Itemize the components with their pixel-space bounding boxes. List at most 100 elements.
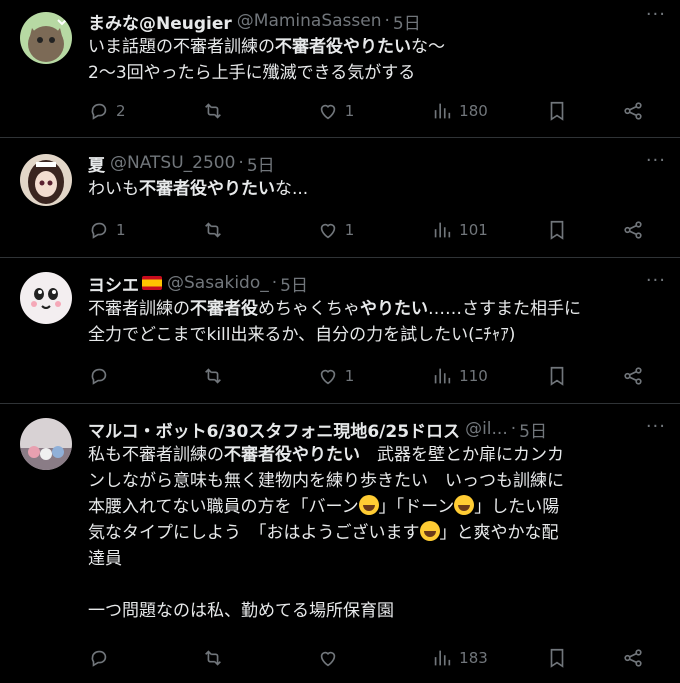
- share-icon: [624, 649, 642, 667]
- avatar[interactable]: [20, 12, 72, 64]
- user-handle[interactable]: @il...: [465, 419, 508, 439]
- tweet-text-line: 気なタイプにしよう 「おはようございます 」と爽やかな配: [88, 520, 664, 546]
- more-options-icon[interactable]: ···: [646, 270, 666, 291]
- display-name[interactable]: 夏: [88, 151, 105, 176]
- share-button[interactable]: [622, 365, 644, 387]
- text-segment: 」と爽やかな配: [439, 523, 559, 543]
- avatar-image: [20, 12, 72, 64]
- timestamp[interactable]: 5日: [247, 151, 275, 176]
- tweet-text-line: わいも不審者役やりたいな...: [88, 176, 664, 202]
- display-name[interactable]: ヨシエ: [88, 271, 139, 296]
- more-options-icon[interactable]: ···: [646, 4, 666, 25]
- text-segment: めちゃくちゃ: [258, 299, 360, 319]
- text-segment: 一つ問題なのは私、勤めてる場所保育園: [88, 601, 394, 621]
- share-icon: [624, 367, 642, 385]
- separator-dot: ·: [238, 153, 244, 173]
- text-segment: 」したい陽: [474, 497, 560, 517]
- views-icon: [434, 222, 451, 238]
- timestamp[interactable]: 5日: [280, 271, 308, 296]
- avatar[interactable]: [20, 418, 72, 470]
- bookmark-icon: [550, 220, 563, 240]
- reply-count: 1: [116, 221, 126, 239]
- avatar-image: [20, 418, 72, 470]
- tweet[interactable]: マルコ・ボット6/30スタフォニ現地6/25ドロス @il... · 5日 私も…: [0, 404, 680, 683]
- avatar-image: [20, 154, 72, 206]
- retweet-button[interactable]: [202, 365, 262, 387]
- like-button[interactable]: 1: [317, 219, 377, 241]
- timeline-feed: まみな@Neugier @MaminaSassen · 5日 いま話題の不審者訓…: [0, 0, 680, 683]
- views-button[interactable]: 180: [431, 100, 491, 122]
- like-button[interactable]: 1: [317, 365, 377, 387]
- more-options-icon[interactable]: ···: [646, 150, 666, 171]
- separator-dot: ·: [384, 11, 390, 31]
- timestamp[interactable]: 5日: [393, 9, 421, 34]
- smiley-emoji-icon: [419, 521, 440, 541]
- timestamp[interactable]: 5日: [519, 417, 547, 442]
- views-count: 110: [459, 367, 488, 385]
- text-segment: 不審者訓練の: [88, 299, 190, 319]
- views-button[interactable]: 183: [431, 647, 491, 669]
- share-button[interactable]: [622, 219, 644, 241]
- text-segment: 」「ドーン: [378, 497, 455, 517]
- text-segment: 2〜3回やったら上手に殲滅できる気がする: [88, 63, 416, 83]
- retweet-button[interactable]: [202, 647, 262, 669]
- tweet[interactable]: まみな@Neugier @MaminaSassen · 5日 いま話題の不審者訓…: [0, 0, 680, 138]
- reply-button[interactable]: [88, 365, 148, 387]
- more-options-icon[interactable]: ···: [646, 416, 666, 437]
- display-name[interactable]: まみな@Neugier: [88, 9, 232, 34]
- user-handle[interactable]: @MaminaSassen: [237, 11, 382, 31]
- tweet-actions: 2 1 180: [88, 97, 644, 125]
- like-count: 1: [344, 221, 355, 239]
- smiley-emoji-icon: [454, 495, 475, 515]
- share-button[interactable]: [622, 647, 644, 669]
- views-button[interactable]: 110: [431, 365, 491, 387]
- tweet-header: 夏 @NATSU_2500 · 5日: [88, 150, 664, 176]
- reply-icon: [91, 650, 107, 667]
- reply-icon: [91, 222, 107, 239]
- like-button[interactable]: [317, 647, 377, 669]
- avatar-image: [20, 272, 72, 324]
- like-icon: [320, 651, 336, 667]
- views-button[interactable]: 101: [431, 219, 491, 241]
- bookmark-button[interactable]: [546, 100, 568, 122]
- text-segment: ンしながら意味も無く建物内を練り歩きたい いっつも訓練に: [88, 471, 564, 491]
- display-name[interactable]: マルコ・ボット6/30スタフォニ現地6/25ドロス: [88, 417, 460, 442]
- text-segment: 本腰入れてない職員の方を「バーン: [88, 497, 359, 517]
- retweet-icon: [205, 650, 222, 666]
- text-segment: 全力でどこまでkill出来るか、自分の力を試したい(ﾆﾁｬｱ): [88, 325, 516, 345]
- share-button[interactable]: [622, 100, 644, 122]
- text-segment: いま話題の不審者訓練の: [88, 37, 275, 57]
- tweet-actions: 1 110: [88, 362, 644, 390]
- avatar[interactable]: [20, 272, 72, 324]
- spain-flag-icon: [142, 276, 162, 290]
- bookmark-button[interactable]: [546, 365, 568, 387]
- tweet-header: まみな@Neugier @MaminaSassen · 5日: [88, 8, 664, 34]
- smiley-emoji-icon: [358, 495, 379, 515]
- reply-button[interactable]: [88, 647, 148, 669]
- tweet-text-line: 不審者訓練の不審者役めちゃくちゃやりたい……さすまた相手に: [88, 296, 664, 322]
- text-segment: な...: [275, 179, 309, 199]
- like-icon: [320, 369, 336, 385]
- user-handle[interactable]: @Sasakido_: [167, 273, 269, 293]
- user-handle[interactable]: @NATSU_2500: [110, 153, 235, 173]
- bookmark-button[interactable]: [546, 219, 568, 241]
- tweet[interactable]: ヨシエ @Sasakido_ · 5日 不審者訓練の不審者役めちゃくちゃやりたい…: [0, 258, 680, 404]
- tweet-actions: 183: [88, 644, 644, 672]
- highlighted-text: 不審者役やりたい: [275, 37, 411, 57]
- views-icon: [434, 368, 451, 384]
- tweet[interactable]: 夏 @NATSU_2500 · 5日 わいも不審者役やりたいな... ··· 1…: [0, 138, 680, 258]
- tweet-text-line: 本腰入れてない職員の方を「バーン 」「ドーン 」したい陽: [88, 494, 664, 520]
- retweet-icon: [205, 103, 222, 119]
- share-icon: [624, 102, 642, 120]
- reply-button[interactable]: 2: [88, 100, 148, 122]
- retweet-button[interactable]: [202, 219, 262, 241]
- like-button[interactable]: 1: [317, 100, 377, 122]
- avatar[interactable]: [20, 154, 72, 206]
- reply-button[interactable]: 1: [88, 219, 148, 241]
- bookmark-button[interactable]: [546, 647, 568, 669]
- tweet-header: マルコ・ボット6/30スタフォニ現地6/25ドロス @il... · 5日: [88, 416, 664, 442]
- retweet-button[interactable]: [202, 100, 262, 122]
- like-count: 1: [344, 367, 355, 385]
- text-segment: わいも: [88, 179, 139, 199]
- separator-dot: ·: [510, 419, 517, 439]
